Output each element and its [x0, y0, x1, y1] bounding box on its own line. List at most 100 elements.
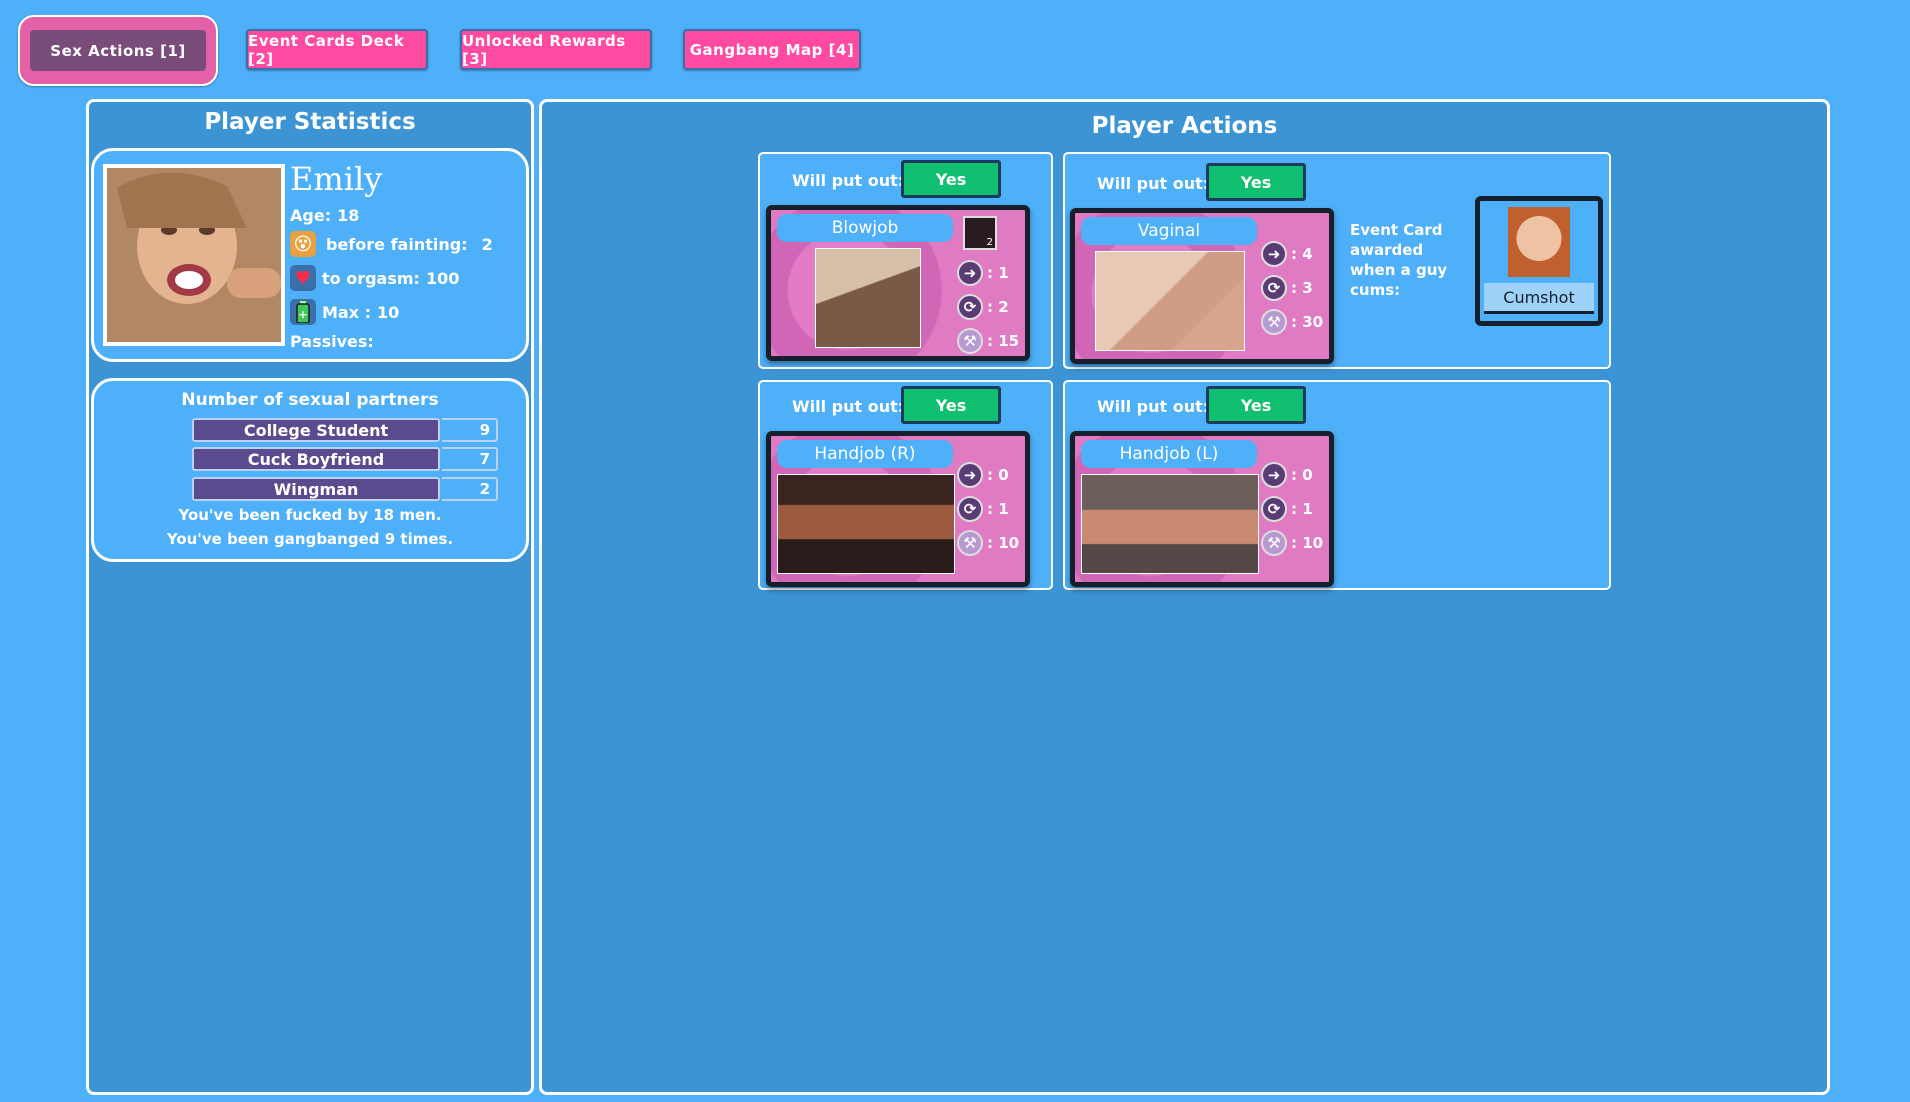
tool-icon: ⚒ [1261, 530, 1287, 556]
partner-name: Cuck Boyfriend [192, 447, 440, 471]
tool-icon: ⚒ [1261, 309, 1287, 335]
card-stat-cycle: ⟳ : 2 [957, 294, 1009, 320]
move-value: : 0 [987, 466, 1009, 484]
card-stat-move: ➜ : 4 [1261, 241, 1313, 267]
card-badge: 2 [963, 216, 997, 250]
gangbang-text: You've been gangbanged [166, 530, 380, 548]
player-name: Emily [290, 160, 383, 198]
card-stat-tool: ⚒ : 10 [957, 530, 1019, 556]
event-card-cumshot[interactable]: Cumshot [1475, 196, 1603, 326]
cycle-icon: ⟳ [957, 294, 983, 320]
partner-row: Wingman 2 [192, 477, 498, 501]
battery-icon: + [290, 299, 316, 325]
cycle-value: : 1 [987, 500, 1009, 518]
event-card-note: Event Card awarded when a guy cums: [1350, 220, 1447, 300]
yes-button[interactable]: Yes [1206, 386, 1306, 424]
will-put-out-label: Will put out: [1097, 397, 1210, 416]
tab-sex-actions[interactable]: Sex Actions [1] [18, 15, 218, 86]
partner-count: 2 [442, 477, 498, 501]
event-card-title: Event Card [1350, 221, 1443, 239]
fainting-label: before fainting: [326, 234, 468, 254]
card-stat-cycle: ⟳ : 1 [957, 496, 1009, 522]
action-card-blowjob[interactable]: Blowjob 2 ➜ : 1 ⟳ : 2 ⚒ : 15 [766, 205, 1030, 361]
card-label: Blowjob [777, 214, 953, 242]
move-value: : 4 [1291, 245, 1313, 263]
action-card-handjob-r[interactable]: Handjob (R) ➜ : 0 ⟳ : 1 ⚒ : 10 [766, 431, 1030, 587]
card-stat-tool: ⚒ : 15 [957, 328, 1019, 354]
partners-title: Number of sexual partners [181, 390, 439, 410]
partner-name: Wingman [192, 477, 440, 501]
tab-label: Gangbang Map [4] [689, 40, 855, 59]
cycle-icon: ⟳ [957, 496, 983, 522]
card-stat-tool: ⚒ : 10 [1261, 530, 1323, 556]
orgasm-label: to orgasm: [322, 268, 420, 288]
dizzy-face-icon: 😵 [290, 231, 316, 257]
card-stat-move: ➜ : 0 [957, 462, 1009, 488]
card-image [777, 474, 955, 574]
tool-icon: ⚒ [957, 530, 983, 556]
svg-text:+: + [298, 308, 307, 321]
partner-row: Cuck Boyfriend 7 [192, 447, 498, 471]
cycle-icon: ⟳ [1261, 496, 1287, 522]
arrow-right-icon: ➜ [957, 462, 983, 488]
card-image [1095, 251, 1245, 351]
orgasm-row: ♥ to orgasm: 100 [290, 265, 459, 291]
partner-row: College Student 9 [192, 418, 498, 442]
orgasm-value: 100 [425, 268, 460, 288]
tool-value: : 10 [987, 534, 1020, 552]
card-label: Handjob (R) [777, 440, 953, 468]
panel-title: Player Actions [1091, 113, 1278, 139]
arrow-right-icon: ➜ [1261, 462, 1287, 488]
passives-label: Passives: [290, 332, 374, 351]
move-value: : 1 [987, 264, 1009, 282]
tab-gangbang-map[interactable]: Gangbang Map [4] [683, 29, 861, 70]
action-card-vaginal[interactable]: Vaginal ➜ : 4 ⟳ : 3 ⚒ : 30 [1070, 208, 1334, 364]
card-label: Vaginal [1081, 217, 1257, 245]
heart-icon: ♥ [290, 265, 316, 291]
tool-value: : 15 [987, 332, 1020, 350]
event-card-desc-line: awarded [1350, 241, 1424, 259]
tab-label: Unlocked Rewards [3] [462, 31, 626, 68]
age-label: Age: [290, 206, 332, 225]
max-row: + Max : 10 [290, 299, 399, 325]
player-portrait [103, 164, 285, 346]
age-value: 18 [337, 206, 360, 225]
will-put-out-label: Will put out: [792, 171, 905, 190]
move-value: : 0 [1291, 466, 1313, 484]
fucked-summary: You've been fucked by 18 men. [91, 506, 529, 524]
cycle-value: : 1 [1291, 500, 1313, 518]
card-label: Handjob (L) [1081, 440, 1257, 468]
partner-name: College Student [192, 418, 440, 442]
yes-button[interactable]: Yes [1206, 163, 1306, 201]
card-stat-tool: ⚒ : 30 [1261, 309, 1323, 335]
max-label: Max : [322, 302, 372, 322]
age-row: Age: 18 [290, 206, 359, 225]
arrow-right-icon: ➜ [957, 260, 983, 286]
will-put-out-label: Will put out: [1097, 174, 1210, 193]
action-card-handjob-l[interactable]: Handjob (L) ➜ : 0 ⟳ : 1 ⚒ : 10 [1070, 431, 1334, 587]
gangbang-summary: You've been gangbanged 9 times. [91, 530, 529, 548]
event-card-label: Cumshot [1484, 283, 1594, 314]
will-put-out-label: Will put out: [792, 397, 905, 416]
fainting-row: 😵 before fainting: 2 [290, 231, 493, 257]
max-value: 10 [377, 302, 400, 322]
partner-count: 7 [442, 447, 498, 471]
tab-unlocked-rewards[interactable]: Unlocked Rewards [3] [460, 29, 652, 70]
yes-button[interactable]: Yes [901, 386, 1001, 424]
tool-icon: ⚒ [957, 328, 983, 354]
event-card-desc-line: cums: [1350, 281, 1401, 299]
tab-event-cards-deck[interactable]: Event Cards Deck [2] [246, 29, 428, 70]
event-card-desc-line: when a guy [1350, 261, 1448, 279]
cycle-value: : 3 [1291, 279, 1313, 297]
card-stat-move: ➜ : 1 [957, 260, 1009, 286]
tool-value: : 30 [1291, 313, 1324, 331]
arrow-right-icon: ➜ [1261, 241, 1287, 267]
panel-title: Player Statistics [204, 109, 416, 135]
card-image [815, 248, 921, 348]
fainting-value: 2 [481, 234, 493, 254]
gangbang-count: 9 [384, 530, 396, 548]
gangbang-unit: times. [400, 530, 454, 548]
tab-label: Event Cards Deck [2] [248, 31, 405, 68]
fucked-count: 18 [373, 506, 395, 524]
yes-button[interactable]: Yes [901, 160, 1001, 198]
